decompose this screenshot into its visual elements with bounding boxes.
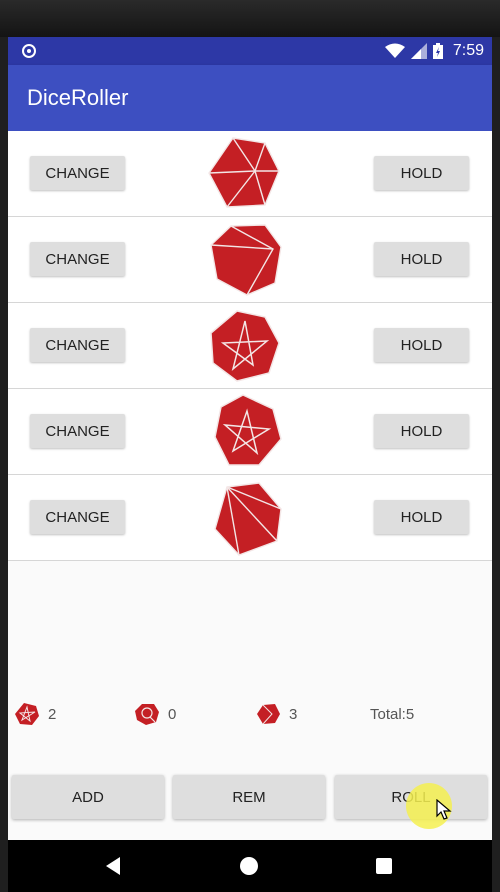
die-row-2: CHANGE HOLD <box>8 217 492 303</box>
die-row-1: CHANGE HOLD <box>8 131 492 217</box>
d20-die-icon[interactable] <box>203 479 285 557</box>
hold-button-5[interactable]: HOLD <box>374 500 469 534</box>
summary-count-d10: 0 <box>168 705 177 723</box>
d12-pentagram-die-icon[interactable] <box>203 393 285 471</box>
hold-button-4[interactable]: HOLD <box>374 414 469 448</box>
d10-die-icon <box>135 704 159 725</box>
status-bar: 7:59 <box>8 37 492 65</box>
recent-apps-icon[interactable] <box>376 858 392 874</box>
add-button[interactable]: ADD <box>12 775 164 819</box>
change-button-2[interactable]: CHANGE <box>30 242 125 276</box>
total-label: Total:5 <box>370 705 415 723</box>
dice-list: CHANGE HOLD CHANGE HOLD CHANGE HOLD CHAN… <box>8 131 492 561</box>
hold-button-1[interactable]: HOLD <box>374 156 469 190</box>
change-button-4[interactable]: CHANGE <box>30 414 125 448</box>
home-icon[interactable] <box>240 857 258 875</box>
d20-die-icon[interactable] <box>203 135 285 213</box>
d10-die-icon[interactable] <box>203 221 285 299</box>
android-nav-bar <box>8 840 492 892</box>
rem-button[interactable]: REM <box>173 775 325 819</box>
summary-total: Total:5 <box>370 697 414 731</box>
summary-count-d20: 3 <box>289 705 298 723</box>
mouse-cursor-icon <box>436 799 452 820</box>
change-button-5[interactable]: CHANGE <box>30 500 125 534</box>
summary-item-d10: 0 <box>134 697 176 731</box>
die-row-3: CHANGE HOLD <box>8 303 492 389</box>
die-row-4: CHANGE HOLD <box>8 389 492 475</box>
status-icons: 7:59 <box>384 41 484 61</box>
change-button-1[interactable]: CHANGE <box>30 156 125 190</box>
app-bar: DiceRoller <box>8 65 492 131</box>
die-row-5: CHANGE HOLD <box>8 475 492 561</box>
signal-icon <box>410 43 427 59</box>
summary-count-d12: 2 <box>48 705 57 723</box>
d12-die-icon <box>15 703 39 725</box>
notification-icon <box>22 44 36 58</box>
summary-item-d12: 2 <box>14 697 56 731</box>
app-title: DiceRoller <box>27 85 129 110</box>
dice-summary: 2 0 3 Total:5 <box>8 697 492 731</box>
battery-icon <box>432 43 443 59</box>
hold-button-3[interactable]: HOLD <box>374 328 469 362</box>
status-time: 7:59 <box>452 42 484 59</box>
change-button-3[interactable]: CHANGE <box>30 328 125 362</box>
app-screen: 7:59 DiceRoller CHANGE HOLD CHANGE HOLD … <box>8 37 492 840</box>
summary-item-d20: 3 <box>255 697 297 731</box>
d12-pentagram-die-icon[interactable] <box>203 307 285 385</box>
d20-die-icon <box>257 704 280 725</box>
hold-button-2[interactable]: HOLD <box>374 242 469 276</box>
back-icon[interactable] <box>104 856 122 876</box>
device-frame-top <box>0 0 500 37</box>
wifi-icon <box>384 43 405 58</box>
